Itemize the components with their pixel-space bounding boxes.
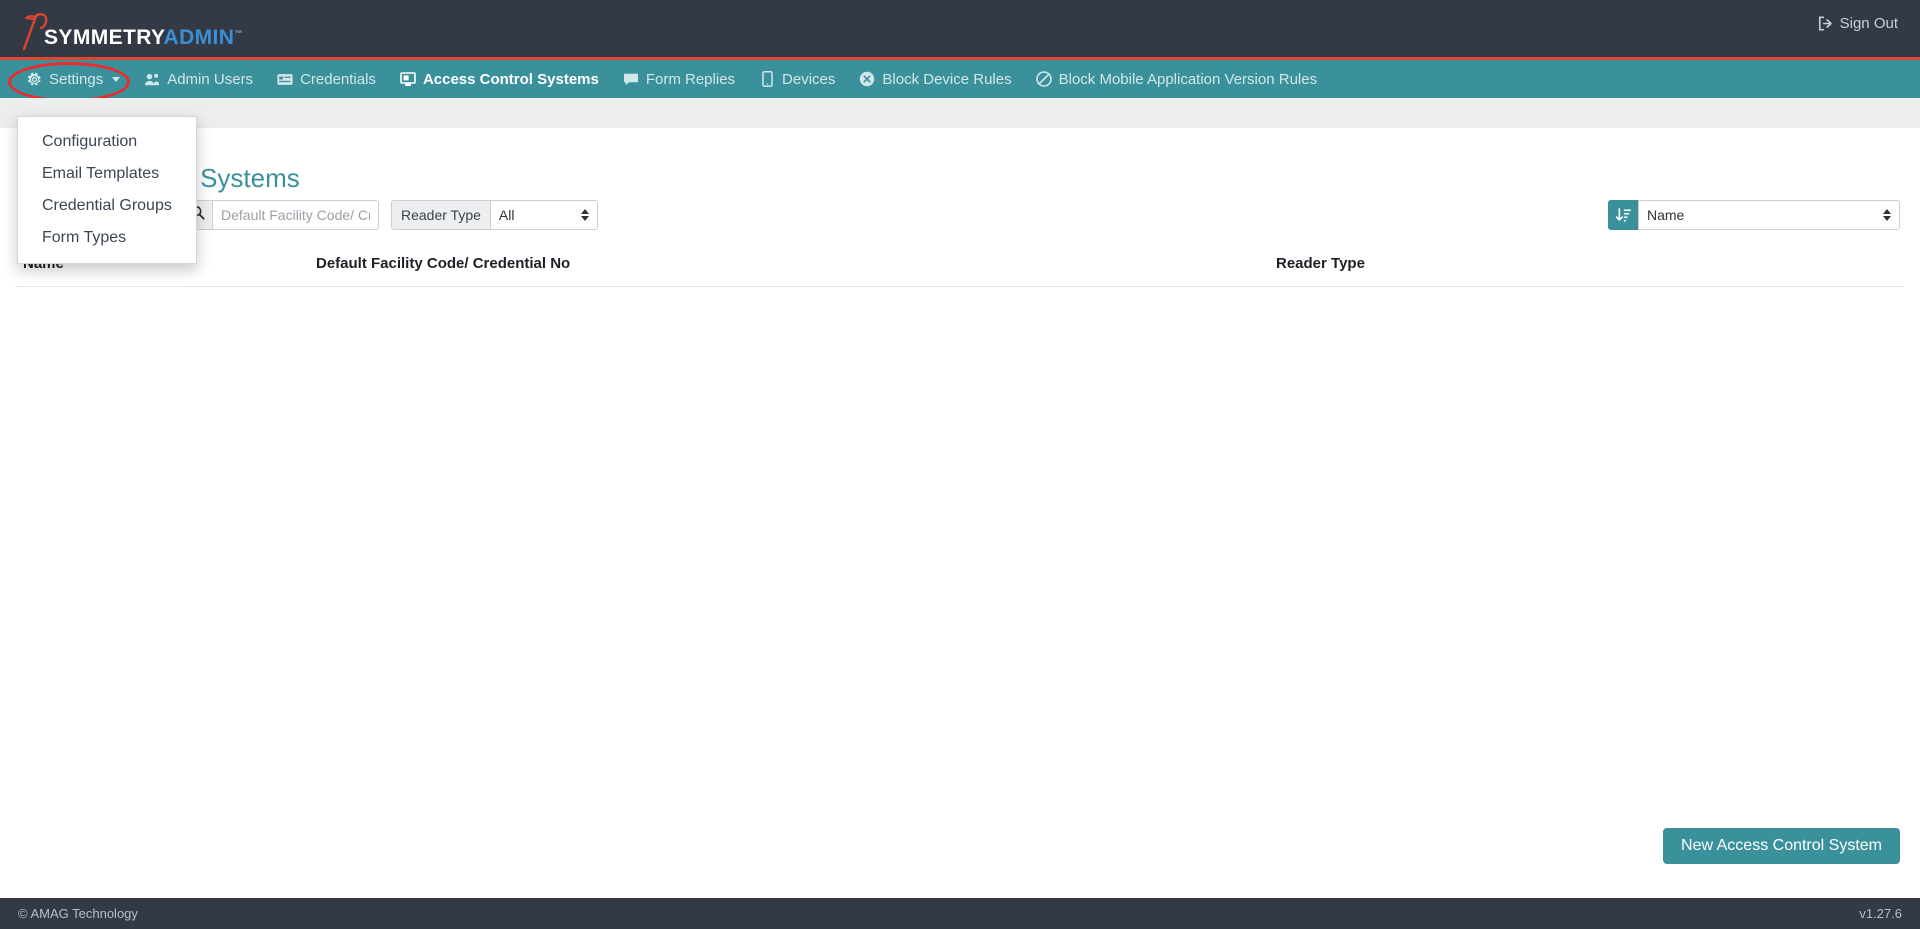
ban-icon (1035, 71, 1052, 87)
chevron-down-icon (112, 76, 121, 82)
nav-item-list: Settings Admin Users Credentials Access … (14, 60, 1329, 98)
reader-type-select-wrapper: All (489, 200, 598, 230)
settings-dropdown-menu: Configuration Email Templates Credential… (17, 116, 197, 264)
nav-item-block-device-rules[interactable]: Block Device Rules (847, 60, 1023, 98)
logo-wordmark: SYMMETRYADMIN™ (44, 22, 243, 50)
nav-item-block-mobile-application-version-rules-label: Block Mobile Application Version Rules (1058, 70, 1318, 88)
facility-code-search-input[interactable] (212, 200, 379, 230)
gear-icon (26, 71, 42, 87)
table-body-empty (16, 287, 1904, 847)
menu-item-configuration[interactable]: Configuration (18, 126, 196, 158)
nav-item-block-device-rules-label: Block Device Rules (882, 70, 1012, 88)
footer-copyright: © AMAG Technology (18, 906, 138, 921)
logo-text-secondary: ADMIN (163, 26, 235, 49)
sign-out-button[interactable]: Sign Out (1817, 15, 1898, 32)
users-icon (144, 71, 160, 87)
footer-version: v1.27.6 (1859, 906, 1902, 921)
mobile-icon (759, 71, 775, 87)
nav-item-settings-label: Settings (49, 70, 104, 88)
reader-type-label: Reader Type (391, 200, 490, 230)
app-logo[interactable]: SYMMETRYADMIN™ (20, 10, 245, 51)
application-root: SYMMETRYADMIN™ Sign Out Settings Admin U… (0, 0, 1920, 929)
new-access-control-system-button[interactable]: New Access Control System (1663, 828, 1900, 864)
nav-item-admin-users-label: Admin Users (167, 70, 254, 88)
access-control-systems-table: Name Default Facility Code/ Credential N… (16, 248, 1904, 847)
sort-field-select-wrapper: Name (1638, 200, 1900, 230)
nav-item-credentials-label: Credentials (300, 70, 376, 88)
top-header-bar: SYMMETRYADMIN™ Sign Out (0, 0, 1920, 60)
access-panel-icon (400, 71, 416, 87)
nav-item-credentials[interactable]: Credentials (265, 60, 388, 98)
nav-item-form-replies-label: Form Replies (645, 70, 736, 88)
reader-type-select[interactable]: All (489, 200, 598, 230)
column-header-reader-type[interactable]: Reader Type (1276, 255, 1904, 272)
nav-item-form-replies[interactable]: Form Replies (611, 60, 747, 98)
sign-out-label: Sign Out (1839, 15, 1898, 32)
sort-amount-desc-icon[interactable] (1608, 200, 1638, 230)
times-circle-icon (859, 71, 875, 87)
sort-control: Name (1608, 200, 1900, 230)
page-content: Access Control Systems Reader Type (0, 128, 1920, 898)
card-icon (277, 71, 293, 87)
reader-type-filter-group: Reader Type All (391, 200, 598, 230)
nav-item-settings[interactable]: Settings (14, 60, 132, 98)
logo-text-primary: SYMMETRY (44, 26, 164, 49)
sub-header-strip (0, 98, 1920, 129)
nav-item-block-mobile-application-version-rules[interactable]: Block Mobile Application Version Rules (1024, 60, 1329, 98)
nav-item-access-control-systems-label: Access Control Systems (422, 70, 599, 88)
facility-search-group (181, 200, 379, 230)
comment-icon (623, 71, 639, 87)
nav-item-access-control-systems[interactable]: Access Control Systems (388, 60, 611, 98)
nav-item-admin-users[interactable]: Admin Users (132, 60, 265, 98)
menu-item-email-templates[interactable]: Email Templates (18, 158, 196, 190)
nav-item-devices[interactable]: Devices (747, 60, 847, 98)
table-header-row: Name Default Facility Code/ Credential N… (16, 248, 1904, 278)
column-header-default-facility-code[interactable]: Default Facility Code/ Credential No (316, 255, 1276, 272)
sort-field-select[interactable]: Name (1638, 200, 1900, 230)
sign-out-icon (1817, 15, 1834, 32)
menu-item-form-types[interactable]: Form Types (18, 222, 196, 254)
primary-navigation-bar: Settings Admin Users Credentials Access … (0, 60, 1920, 160)
logo-trademark: ™ (234, 29, 243, 38)
nav-item-devices-label: Devices (782, 70, 836, 88)
footer-bar: © AMAG Technology v1.27.6 (0, 898, 1920, 929)
menu-item-credential-groups[interactable]: Credential Groups (18, 190, 196, 222)
